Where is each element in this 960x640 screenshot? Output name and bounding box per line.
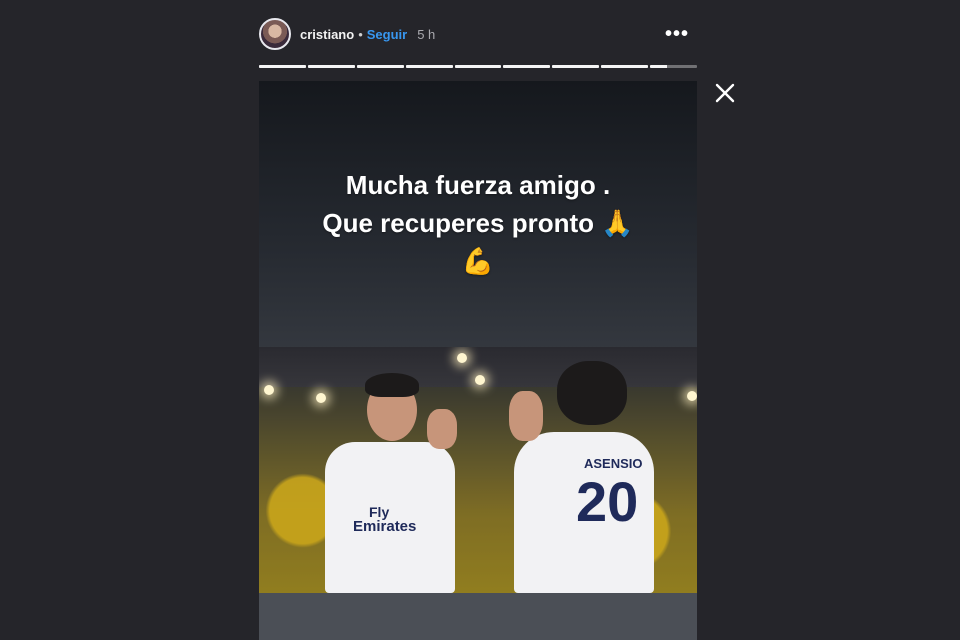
progress-fill [650, 65, 667, 68]
caption-line-2: Que recuperes pronto 🙏 [259, 204, 697, 242]
progress-segment [503, 65, 551, 68]
avatar[interactable] [259, 18, 291, 50]
progress-fill [552, 65, 600, 68]
story-header: cristiano • Seguir 5 h ••• [259, 17, 697, 51]
story-viewer: cristiano • Seguir 5 h ••• Mucha fuerza … [0, 0, 960, 640]
progress-fill [503, 65, 551, 68]
stadium-light [457, 353, 467, 363]
flexed-biceps-emoji: 💪 [461, 246, 495, 276]
story-photo: Fly Emirates ASENSIO 20 [259, 347, 697, 593]
player-right-hand [509, 391, 543, 441]
progress-fill [259, 65, 306, 68]
stadium-light [687, 391, 697, 401]
follow-button[interactable]: Seguir [367, 27, 407, 42]
progress-segment [650, 65, 698, 68]
progress-fill [356, 65, 404, 68]
close-icon[interactable] [714, 82, 736, 104]
stadium-light [264, 385, 274, 395]
progress-fill [454, 65, 502, 68]
player-right: ASENSIO 20 [514, 432, 654, 593]
sponsor-line-2: Emirates [353, 518, 417, 535]
progress-segment [601, 65, 649, 68]
progress-segment [259, 65, 306, 68]
caption-line-3: 💪 [259, 242, 697, 280]
progress-segment [307, 65, 355, 68]
stadium-light [316, 393, 326, 403]
story-progress-bar [259, 65, 698, 68]
jersey-number: 20 [576, 470, 639, 533]
story-content[interactable]: Mucha fuerza amigo . Que recuperes pront… [259, 81, 697, 640]
progress-segment [405, 65, 453, 68]
story-bottom-band [259, 593, 697, 640]
player-right-hair [557, 361, 627, 425]
praying-hands-emoji: 🙏 [601, 208, 634, 238]
post-time: 5 h [417, 26, 436, 42]
progress-segment [454, 65, 502, 68]
separator-dot: • [358, 26, 363, 42]
progress-fill [601, 65, 649, 68]
more-icon[interactable]: ••• [665, 24, 689, 44]
player-left-hair [365, 373, 419, 397]
player-left-hand [427, 409, 457, 449]
progress-segment [356, 65, 404, 68]
caption-line-2-text: Que recuperes pronto [322, 208, 594, 238]
username[interactable]: cristiano [300, 27, 354, 42]
progress-segment [552, 65, 600, 68]
caption-line-1: Mucha fuerza amigo . [345, 170, 611, 200]
progress-fill [405, 65, 453, 68]
stadium-light [475, 375, 485, 385]
player-left: Fly Emirates [325, 442, 455, 593]
jersey-name: ASENSIO [584, 456, 643, 471]
story-caption: Mucha fuerza amigo . Que recuperes pront… [259, 166, 697, 280]
progress-fill [307, 65, 355, 68]
